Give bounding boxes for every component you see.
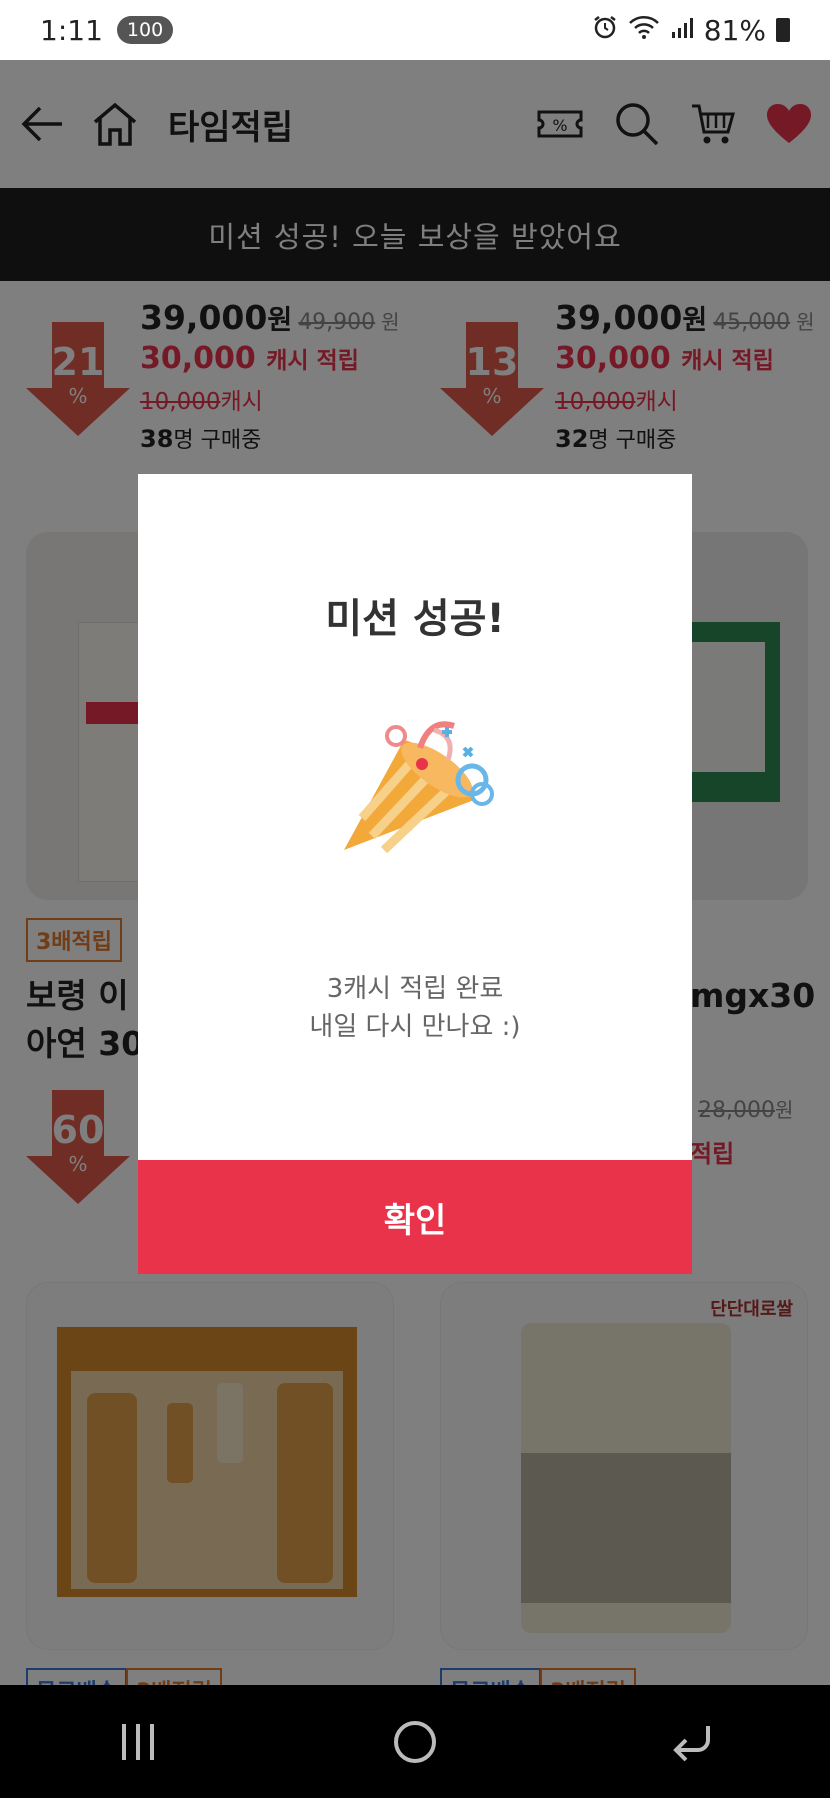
status-icons: 81% [592,14,790,47]
dialog-message-line: 3캐시 적립 완료 [326,974,504,1004]
status-time: 1:11 [40,13,103,47]
status-bar: 1:11 100 81% [0,0,830,60]
battery-percent: 81% [703,13,766,47]
battery-icon [776,18,790,42]
home-button-icon[interactable] [391,1718,439,1766]
alarm-icon [592,14,618,47]
wifi-icon [628,14,660,47]
system-nav-bar [0,1685,830,1798]
dialog-message-line: 내일 다시 만나요 :) [309,1012,521,1042]
dialog-message: 3캐시 적립 완료 내일 다시 만나요 :) [138,970,692,1046]
party-popper-icon [324,710,504,890]
dialog-title: 미션 성공! [325,596,505,642]
signal-icon [670,14,694,47]
recent-apps-icon[interactable] [116,1720,160,1764]
confirm-button[interactable]: 확인 [138,1160,692,1274]
notification-badge: 100 [116,16,174,44]
back-button-icon[interactable] [670,1722,714,1762]
mission-success-dialog: 미션 성공! 3캐시 적립 완료 내일 다시 만나요 :) 확인 [138,474,692,1274]
